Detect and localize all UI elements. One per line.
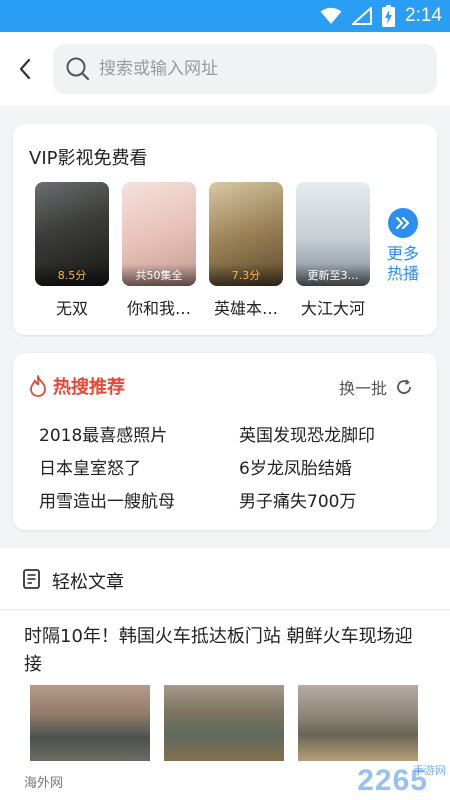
articles-section-title: 轻松文章	[52, 572, 124, 593]
refresh-label: 换一批	[338, 379, 387, 398]
movie-poster: 8.5分	[35, 182, 109, 286]
status-icons: 2:14	[320, 0, 442, 32]
hot-search-item[interactable]: 用雪造出一艘航母	[39, 487, 175, 512]
movie-poster: 7.3分	[209, 182, 283, 286]
vip-section-title: VIP影视免费看	[29, 148, 148, 169]
hot-search-item[interactable]: 英国发现恐龙脚印	[239, 421, 375, 446]
movie-title: 无双	[55, 299, 88, 318]
movie-title: 大江大河	[300, 299, 365, 318]
hot-search-title: 热搜推荐	[53, 377, 125, 398]
movie-poster: 更新至3…	[296, 182, 370, 286]
movie-item[interactable]: 7.3分 英雄本…	[209, 182, 283, 319]
movie-title: 英雄本…	[213, 299, 278, 318]
refresh-icon	[397, 379, 411, 394]
more-hot-button[interactable]: 更多 热播	[381, 208, 425, 284]
hot-search-card: 热搜推荐 换一批 2018最喜感照片 英国发现恐龙脚印 日本皇室怒了 6岁龙凤胎…	[13, 353, 437, 530]
hot-search-item[interactable]: 男子痛失700万	[239, 487, 356, 512]
more-hot-label-line1: 更多	[386, 244, 419, 263]
search-input[interactable]	[99, 44, 429, 94]
more-hot-label: 更多 热播	[381, 244, 425, 284]
movie-badge: 8.5分	[35, 264, 109, 286]
movie-item[interactable]: 8.5分 无双	[35, 182, 109, 319]
hot-search-header: 热搜推荐	[29, 373, 125, 399]
movie-list: 8.5分 无双 共50集全 你和我… 7.3分 英雄本… 更新至3… 大江大河	[35, 182, 370, 319]
battery-charging-icon	[382, 5, 396, 27]
signal-icon	[352, 7, 373, 25]
movie-poster: 共50集全	[122, 182, 196, 286]
hot-search-item[interactable]: 2018最喜感照片	[39, 421, 167, 446]
refresh-button[interactable]: 换一批	[339, 375, 413, 399]
article-title[interactable]: 时隔10年！韩国火车抵达板门站 朝鲜火车现场迎接	[24, 623, 424, 679]
article-source: 海外网	[24, 776, 64, 791]
article-thumbnail	[298, 685, 418, 761]
back-button[interactable]	[10, 54, 40, 84]
search-icon	[66, 57, 90, 81]
article-item[interactable]: 时隔10年！韩国火车抵达板门站 朝鲜火车现场迎接 海外网 手游网 2265	[0, 611, 450, 800]
movie-title: 你和我…	[126, 299, 191, 318]
articles-section-header: 轻松文章	[0, 548, 450, 610]
article-thumbnail	[164, 685, 284, 761]
more-hot-label-line2: 热播	[386, 264, 419, 283]
search-box[interactable]	[53, 44, 437, 94]
header	[0, 32, 450, 106]
movie-item[interactable]: 更新至3… 大江大河	[296, 182, 370, 319]
watermark-logo: 2265	[357, 764, 428, 797]
vip-movies-card: VIP影视免费看 8.5分 无双 共50集全 你和我… 7.3分 英雄本… 更新…	[13, 124, 437, 335]
wifi-icon	[320, 7, 342, 24]
article-thumbnail	[30, 685, 150, 761]
status-bar: 2:14	[0, 0, 450, 32]
flame-icon	[30, 375, 46, 397]
article-icon	[23, 569, 40, 589]
status-time: 2:14	[405, 5, 442, 26]
double-chevron-right-icon	[388, 208, 418, 238]
movie-badge: 更新至3…	[296, 264, 370, 286]
movie-badge: 7.3分	[209, 264, 283, 286]
movie-item[interactable]: 共50集全 你和我…	[122, 182, 196, 319]
hot-search-item[interactable]: 6岁龙凤胎结婚	[239, 454, 352, 479]
movie-badge: 共50集全	[122, 264, 196, 286]
hot-search-item[interactable]: 日本皇室怒了	[39, 454, 141, 479]
chevron-left-icon	[19, 58, 31, 80]
